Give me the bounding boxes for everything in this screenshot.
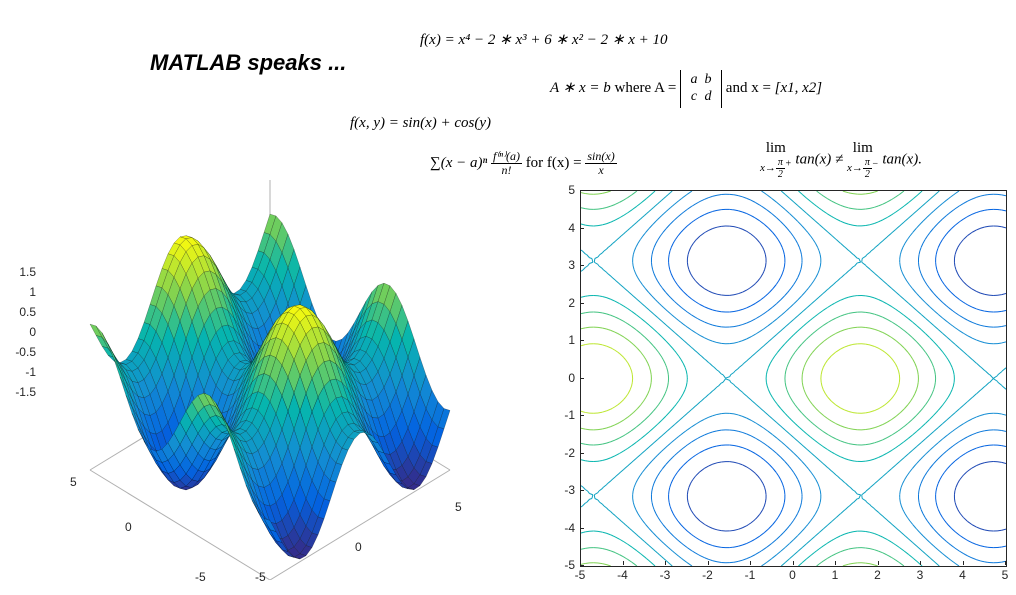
y-tick: 2 (555, 296, 575, 310)
z-tick: -1.5 (6, 385, 36, 399)
contour-axes (580, 190, 1007, 567)
page-title: MATLAB speaks ... (150, 50, 346, 76)
z-tick: 0 (6, 325, 36, 339)
eq-matrix-lhs: A ∗ x = b (550, 80, 615, 96)
x-tick: 0 (785, 568, 801, 582)
eq-polynomial: f(x) = x⁴ − 2 ∗ x³ + 6 ∗ x² − 2 ∗ x + 10 (420, 30, 667, 49)
y-tick: 0 (355, 540, 362, 554)
x-tick: -3 (657, 568, 673, 582)
x-tick: -5 (572, 568, 588, 582)
y-tick: 3 (555, 258, 575, 272)
z-tick: 1 (6, 285, 36, 299)
z-tick: 0.5 (6, 305, 36, 319)
eq-limit: lim x→π2+ tan(x) ≠ lim x→π2− tan(x). (760, 140, 922, 180)
x-tick: 3 (912, 568, 928, 582)
y-tick: -5 (255, 570, 266, 584)
y-tick: 0 (555, 371, 575, 385)
y-tick: -1 (555, 408, 575, 422)
x-tick: 0 (125, 520, 132, 534)
eq-matrix-and: and x = (726, 80, 775, 96)
surface-plot[interactable]: 1.510.50-0.5-1-1.550-5-505 (0, 100, 530, 580)
contour-canvas (581, 191, 1006, 566)
y-tick: 1 (555, 333, 575, 347)
x-tick: 4 (955, 568, 971, 582)
y-tick: -2 (555, 446, 575, 460)
matrix-A: ab cd (680, 70, 722, 108)
surface-canvas (0, 100, 530, 580)
y-tick: 5 (555, 183, 575, 197)
y-tick: -3 (555, 483, 575, 497)
x-tick: -4 (615, 568, 631, 582)
y-tick: 5 (455, 500, 462, 514)
x-tick: -5 (195, 570, 206, 584)
x-tick: 2 (870, 568, 886, 582)
eq-matrix-x: [x1, x2] (775, 80, 823, 96)
eq-matrix: A ∗ x = b where A = ab cd and x = [x1, x… (550, 70, 822, 108)
contour-plot[interactable]: 543210-1-2-3-4-5-5-4-3-2-1012345 (555, 190, 1005, 590)
x-tick: 5 (997, 568, 1013, 582)
y-tick: 4 (555, 221, 575, 235)
x-tick: -1 (742, 568, 758, 582)
eq-matrix-where: where A = (615, 80, 681, 96)
z-tick: 1.5 (6, 265, 36, 279)
y-tick: -4 (555, 521, 575, 535)
x-tick: -2 (700, 568, 716, 582)
x-tick: 5 (70, 475, 77, 489)
z-tick: -1 (6, 365, 36, 379)
x-tick: 1 (827, 568, 843, 582)
z-tick: -0.5 (6, 345, 36, 359)
